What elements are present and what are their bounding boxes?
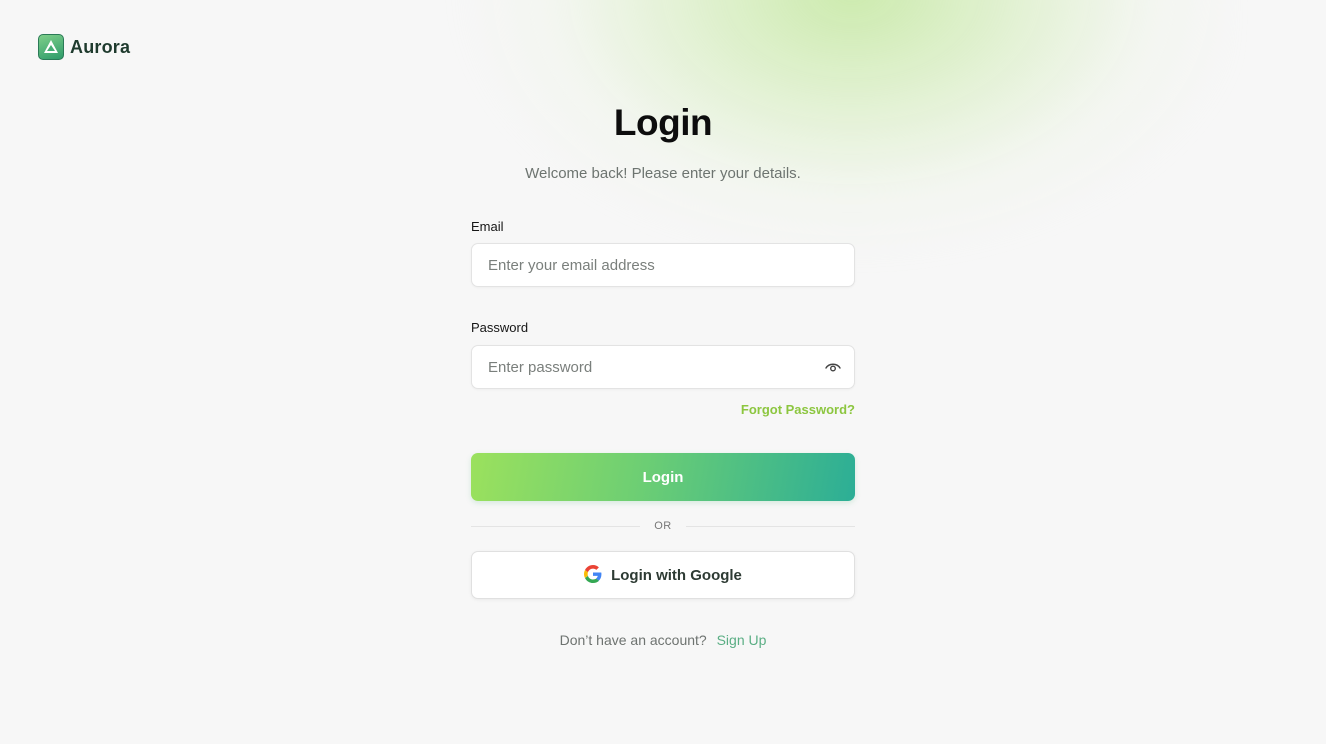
signup-prompt: Don’t have an account? [559,632,707,648]
or-divider: OR [471,518,855,534]
signup-link[interactable]: Sign Up [717,632,767,648]
google-button-label: Login with Google [611,566,742,584]
password-field[interactable] [488,358,808,376]
aurora-logo-icon [38,34,64,60]
google-login-button[interactable]: Login with Google [471,551,855,599]
login-button[interactable]: Login [471,453,855,501]
email-label: Email [471,219,504,234]
divider-line-left [471,525,641,527]
signup-row: Don’t have an account? Sign Up [471,632,855,648]
divider-text: OR [654,520,672,532]
login-page: Aurora Login Welcome back! Please enter … [0,0,1326,744]
password-field-container [471,345,855,389]
email-field[interactable] [488,256,838,274]
forgot-password-link[interactable]: Forgot Password? [741,402,855,417]
eye-icon[interactable] [824,359,842,377]
password-label: Password [471,320,529,335]
page-subtitle: Welcome back! Please enter your details. [525,165,801,182]
divider-line-right [685,525,855,527]
page-title: Login [613,102,713,143]
brand-logo[interactable]: Aurora [38,34,130,60]
brand-name: Aurora [70,36,131,57]
google-icon [584,564,602,586]
email-field-container [471,243,855,287]
